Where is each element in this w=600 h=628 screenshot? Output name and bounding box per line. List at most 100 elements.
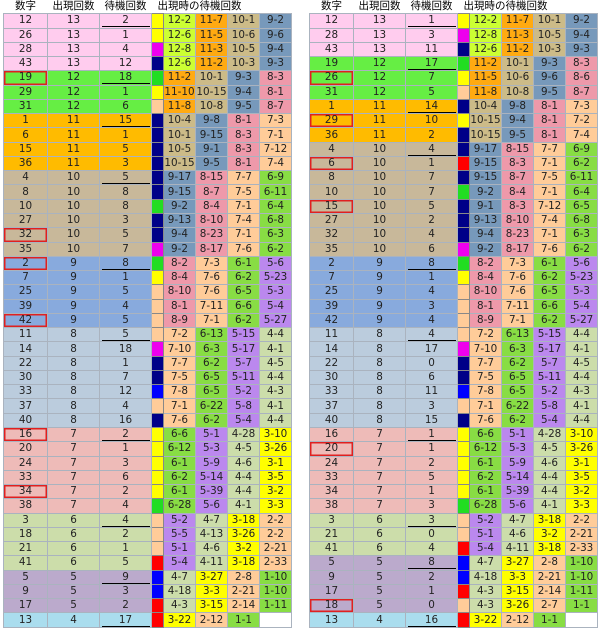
wait-history-cell: 3-3 bbox=[195, 583, 228, 600]
wait-history-cell: 7-5 bbox=[227, 184, 260, 200]
wait-history-cell: 3-22 bbox=[163, 612, 196, 628]
wait-history-cell: 6-11 bbox=[259, 184, 292, 200]
wait-history-cell: 5-2 bbox=[163, 512, 196, 528]
count-cell: 13 bbox=[353, 27, 406, 43]
number-cell: 21 bbox=[309, 526, 354, 543]
count-cell: 11 bbox=[353, 98, 406, 115]
header-count: 出現回数 bbox=[47, 0, 100, 14]
wait-history-cell: 8-23 bbox=[501, 227, 534, 243]
table-row: 28 13 3 12-8 11-3 10-5 9-4 bbox=[309, 27, 598, 43]
color-swatch bbox=[151, 541, 164, 557]
count-cell: 9 bbox=[47, 298, 100, 314]
wait-history-cell: 9-2 bbox=[163, 198, 196, 214]
wait-history-cell: 7-12 bbox=[259, 141, 292, 157]
wait-value: 4 bbox=[122, 399, 129, 412]
table-row: 38 7 3 6-28 5-6 4-1 3-3 bbox=[309, 498, 598, 514]
wait-history-cell: 6-6 bbox=[227, 298, 260, 314]
wait-history-cell: 10-1 bbox=[195, 70, 228, 86]
table-row: 19 12 18 11-2 10-1 9-3 8-3 bbox=[3, 70, 292, 86]
wait-history-cell: 4-4 bbox=[565, 369, 598, 386]
number-cell: 32 bbox=[309, 227, 354, 243]
wait-value: 3 bbox=[122, 214, 129, 227]
wait-history-cell: 7-5 bbox=[163, 369, 196, 386]
wait-value: 6 bbox=[428, 242, 435, 255]
number-cell: 13 bbox=[3, 612, 48, 628]
wait-value: 3 bbox=[407, 514, 456, 527]
table-row: 30 8 7 7-5 6-5 5-11 4-4 bbox=[3, 369, 292, 386]
wait-cell: 0 bbox=[405, 355, 458, 371]
wait-history-cell: 10-5 bbox=[533, 27, 566, 43]
color-swatch bbox=[151, 555, 164, 571]
wait-history-cell: 5-27 bbox=[259, 312, 292, 329]
wait-history-cell: 6-3 bbox=[501, 341, 534, 357]
wait-history-cell: 8-3 bbox=[501, 198, 534, 214]
wait-cell: 8 bbox=[99, 198, 152, 214]
wait-history-cell: 3-10 bbox=[565, 426, 598, 443]
wait-history-cell: 7-7 bbox=[163, 355, 196, 371]
count-cell: 7 bbox=[353, 498, 406, 514]
wait-history-cell: 5-9 bbox=[501, 455, 534, 471]
wait-cell: 4 bbox=[99, 41, 152, 58]
wait-history-cell: 4-13 bbox=[195, 526, 228, 543]
wait-value: 4 bbox=[428, 542, 435, 555]
count-cell: 5 bbox=[353, 569, 406, 585]
wait-history-cell: 6-6 bbox=[533, 298, 566, 314]
wait-cell: 3 bbox=[405, 27, 458, 43]
wait-value: 12 bbox=[118, 385, 133, 398]
wait-history-cell: 7-8 bbox=[469, 384, 502, 400]
number-cell: 38 bbox=[309, 498, 354, 514]
color-swatch bbox=[151, 184, 164, 200]
color-swatch bbox=[457, 384, 470, 400]
wait-history-cell: 4-4 bbox=[259, 412, 292, 428]
wait-history-cell: 4-1 bbox=[259, 398, 292, 414]
wait-history-cell: 7-12 bbox=[533, 198, 566, 214]
color-swatch bbox=[457, 241, 470, 257]
count-cell: 11 bbox=[47, 113, 100, 129]
wait-cell: 8 bbox=[99, 184, 152, 200]
table-row: 8 10 8 9-15 8-7 7-5 6-11 bbox=[3, 184, 292, 200]
wait-history-cell: 3-18 bbox=[533, 541, 566, 557]
wait-history-cell: 4-6 bbox=[533, 455, 566, 471]
table-row: 6 11 1 10-1 9-15 8-3 7-1 bbox=[3, 127, 292, 143]
wait-history-cell: 8-10 bbox=[195, 212, 228, 229]
wait-history-cell: 3-3 bbox=[259, 498, 292, 514]
wait-value: 1 bbox=[428, 585, 435, 598]
wait-history-cell: 6-1 bbox=[227, 255, 260, 272]
wait-value: 4 bbox=[407, 143, 456, 156]
wait-history-cell: 5-23 bbox=[259, 270, 292, 286]
number-cell: 42 bbox=[309, 312, 354, 329]
number-cell: 34 bbox=[309, 484, 354, 500]
color-swatch bbox=[457, 198, 470, 214]
wait-value: 6 bbox=[122, 99, 129, 112]
count-cell: 10 bbox=[353, 212, 406, 229]
table-row: 12 13 2 12-2 11-7 10-1 9-2 bbox=[3, 13, 292, 29]
wait-history-cell: 1-11 bbox=[565, 583, 598, 600]
count-cell: 9 bbox=[353, 312, 406, 329]
wait-history-cell: 7-6 bbox=[195, 284, 228, 300]
count-cell: 10 bbox=[353, 241, 406, 257]
color-swatch bbox=[151, 398, 164, 414]
header-row: 数字 出現回数 待機回数 出現時の待機回数 bbox=[3, 0, 292, 14]
wait-history-cell: 4-3 bbox=[565, 384, 598, 400]
number-cell: 37 bbox=[309, 398, 354, 414]
number-cell: 22 bbox=[309, 355, 354, 371]
number-cell: 28 bbox=[3, 41, 48, 58]
color-swatch bbox=[457, 141, 470, 157]
color-swatch bbox=[457, 113, 470, 129]
count-cell: 6 bbox=[47, 541, 100, 557]
wait-history-cell: 7-2 bbox=[565, 113, 598, 129]
wait-history-cell: 8-10 bbox=[163, 284, 196, 300]
wait-value: 2 bbox=[428, 128, 435, 141]
wait-history-cell: 8-7 bbox=[565, 84, 598, 100]
wait-history-cell: 8-3 bbox=[227, 127, 260, 143]
wait-cell: 15 bbox=[99, 113, 152, 129]
number-cell: 18 bbox=[309, 598, 354, 614]
wait-history-cell: 6-5 bbox=[501, 384, 534, 400]
wait-history-cell: 7-1 bbox=[501, 312, 534, 329]
wait-history-cell: 7-1 bbox=[259, 127, 292, 143]
wait-history-cell: 12-6 bbox=[469, 41, 502, 58]
table-row: 2 9 8 8-2 7-3 6-1 5-6 bbox=[309, 255, 598, 272]
wait-history-cell: 5-6 bbox=[259, 255, 292, 272]
number-cell: 16 bbox=[309, 426, 354, 443]
wait-history-cell: 9-2 bbox=[469, 241, 502, 257]
